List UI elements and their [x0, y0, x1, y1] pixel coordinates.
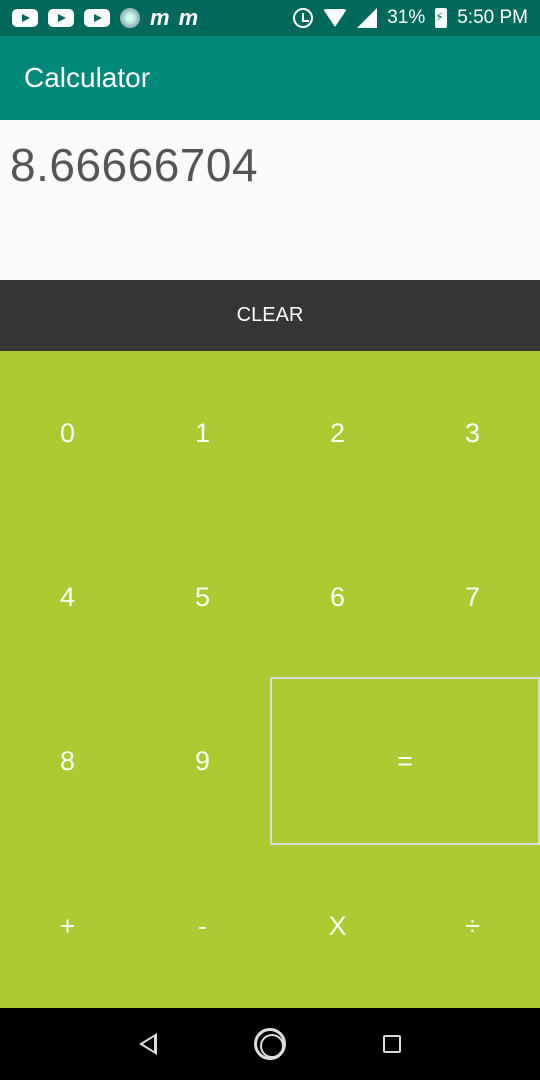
m-app-icon: m: [178, 5, 199, 30]
key-8[interactable]: 8: [0, 677, 135, 845]
multiply-button[interactable]: X: [270, 845, 405, 1008]
app-bar: Calculator: [0, 36, 540, 120]
recents-icon[interactable]: [383, 1035, 402, 1053]
equals-button[interactable]: =: [270, 677, 540, 845]
key-2[interactable]: 2: [270, 351, 405, 515]
keypad: 0 1 2 3 4 5 6 7 8 9 = + - X ÷: [0, 351, 540, 1008]
key-0[interactable]: 0: [0, 351, 135, 515]
alarm-icon: [293, 8, 314, 28]
system-icons: 31% 5:50 PM: [293, 7, 528, 29]
key-9[interactable]: 9: [135, 677, 270, 845]
status-bar: m m 31% 5:50 PM: [0, 0, 540, 36]
add-button[interactable]: +: [0, 845, 135, 1008]
youtube-icon: [84, 9, 110, 27]
youtube-icon: [12, 9, 38, 27]
battery-charging-icon: [435, 8, 448, 28]
subtract-button[interactable]: -: [135, 845, 270, 1008]
notification-icons: m m: [12, 5, 199, 31]
key-3[interactable]: 3: [405, 351, 540, 515]
key-6[interactable]: 6: [270, 515, 405, 679]
youtube-icon: [48, 9, 74, 27]
battery-percent: 31%: [387, 7, 426, 28]
clear-button[interactable]: CLEAR: [0, 280, 540, 351]
wifi-icon: [323, 9, 348, 27]
m-app-icon: m: [150, 5, 170, 30]
key-1[interactable]: 1: [135, 351, 270, 515]
clock: 5:50 PM: [457, 7, 528, 28]
app-title: Calculator: [24, 62, 151, 93]
back-icon[interactable]: [138, 1033, 157, 1055]
app-circle-icon: [120, 8, 140, 28]
key-5[interactable]: 5: [135, 515, 270, 679]
result-display: 8.66666704: [0, 120, 540, 280]
key-4[interactable]: 4: [0, 515, 135, 679]
signal-icon: [357, 8, 378, 28]
display-value: 8.66666704: [10, 139, 259, 191]
divide-button[interactable]: ÷: [405, 845, 540, 1008]
navigation-bar: [0, 1008, 540, 1080]
key-7[interactable]: 7: [405, 515, 540, 679]
home-icon[interactable]: [253, 1028, 286, 1060]
